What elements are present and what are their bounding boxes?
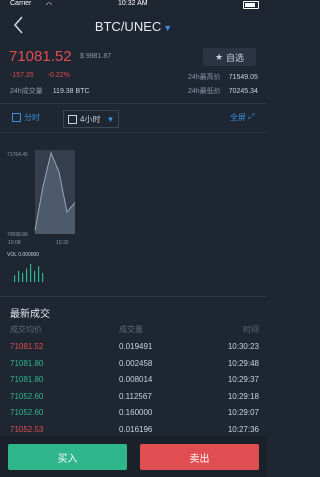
expand-icon: ⤢	[248, 112, 255, 121]
volume-indicator-label: VOL 0.000000	[7, 252, 40, 258]
trade-time: 10:29:37	[227, 375, 259, 384]
sell-button[interactable]: 卖出	[140, 444, 259, 470]
favorite-label: 自选	[226, 52, 245, 63]
divider	[0, 296, 267, 297]
pair-selector[interactable]: BTC/UNEC ▼	[0, 19, 267, 34]
change-pct: -0.22%	[47, 72, 70, 79]
trade-time: 10:29:48	[227, 358, 259, 368]
volume-bar	[26, 268, 28, 282]
high-label: 24h最高价	[188, 74, 221, 81]
battery-icon	[243, 1, 259, 9]
low-value: 70245.34	[228, 88, 258, 95]
high-value: 71549.05	[228, 74, 258, 81]
volume-bar	[14, 275, 16, 282]
timeline-toggle[interactable]: 分时	[12, 110, 40, 124]
volume-bar	[38, 266, 40, 282]
chevron-down-icon: ▼	[106, 114, 115, 124]
volume-label: 24h成交量	[10, 88, 43, 95]
trade-qty: 0.019491	[119, 342, 153, 351]
volume-bar	[42, 273, 44, 282]
last-price: 71081.52	[9, 48, 72, 65]
action-bar: 买入 卖出	[0, 436, 267, 477]
volume-bar	[30, 264, 32, 282]
header-time: 时间	[243, 325, 259, 334]
trade-price: 71052.60	[10, 408, 44, 417]
trade-price: 71052.53	[10, 424, 44, 434]
price-chart[interactable]: 71764.45 70698.86 10:08 10:32 VOL 0.0000…	[0, 142, 267, 292]
volume-bar	[22, 273, 24, 282]
buy-button[interactable]: 买入	[8, 444, 127, 470]
low-label: 24h最低价	[188, 88, 221, 95]
divider	[0, 132, 267, 133]
fullscreen-label: 全屏	[230, 112, 246, 122]
favorite-button[interactable]: ★ 自选	[203, 48, 256, 66]
chart-time-end: 10:32	[56, 240, 69, 246]
trade-time: 10:30:23	[227, 342, 259, 351]
trade-time: 10:29:07	[227, 408, 259, 417]
chart-svg	[14, 150, 76, 282]
usd-price: $ 9981.87	[80, 53, 112, 60]
table-row: 71081.80 0.002458 10:29:48	[0, 359, 267, 375]
table-row: 71052.60 0.112567 10:29:18	[0, 392, 267, 408]
header-qty: 成交量	[119, 325, 143, 334]
trade-price: 71081.80	[10, 358, 44, 368]
chart-min-label: 70698.86	[7, 232, 28, 238]
change-abs: -157.25	[10, 72, 34, 79]
interval-label: 4小时	[80, 114, 101, 124]
trade-time: 10:27:36	[227, 424, 259, 434]
table-row: 71081.80 0.008014 10:29:37	[0, 375, 267, 391]
trade-price: 71081.80	[10, 375, 44, 384]
table-row: 71081.52 0.019491 10:30:23	[0, 342, 267, 358]
trade-qty: 0.002458	[119, 358, 153, 368]
pair-title: BTC/UNEC	[94, 19, 162, 34]
header-price: 成交均价	[10, 325, 42, 334]
nav-bar: BTC/UNEC ▼	[0, 12, 267, 42]
carrier-label: Carrier	[10, 0, 32, 7]
volume-bar	[34, 270, 36, 282]
trade-qty: 0.008014	[119, 375, 153, 384]
trade-qty: 0.016196	[119, 424, 153, 434]
trade-price: 71052.60	[10, 391, 44, 401]
fullscreen-button[interactable]: 全屏 ⤢	[230, 110, 254, 124]
status-time: 10:32 AM	[118, 0, 148, 7]
low-row: 24h最低价 70245.34	[188, 86, 258, 96]
chart-time-start: 10:08	[8, 240, 21, 246]
divider	[0, 103, 267, 104]
chart-max-label: 71764.45	[7, 152, 28, 158]
interval-select[interactable]: 4小时 ▼	[63, 110, 120, 128]
trade-time: 10:29:18	[227, 391, 259, 401]
timeline-icon	[12, 112, 21, 122]
chevron-down-icon: ▼	[163, 23, 173, 33]
trade-qty: 0.112567	[119, 391, 152, 401]
status-bar: Carrier ◠ 10:32 AM	[0, 0, 267, 10]
trades-title: 最新成交	[10, 309, 50, 320]
volume-bar	[18, 270, 20, 282]
volume-value: 119.38 BTC	[52, 88, 90, 95]
timeline-label: 分时	[24, 112, 40, 122]
table-row: 71052.60 0.160000 10:29:07	[0, 408, 267, 424]
wifi-icon: ◠	[46, 2, 53, 9]
candle-icon	[68, 114, 77, 124]
trade-price: 71081.52	[10, 342, 44, 351]
trade-qty: 0.160000	[119, 408, 153, 417]
change-row: -157.25 -0.22%	[10, 72, 82, 79]
star-icon: ★	[214, 51, 224, 62]
volume-row: 24h成交量 119.38 BTC	[10, 86, 90, 96]
high-row: 24h最高价 71549.05	[188, 72, 258, 82]
